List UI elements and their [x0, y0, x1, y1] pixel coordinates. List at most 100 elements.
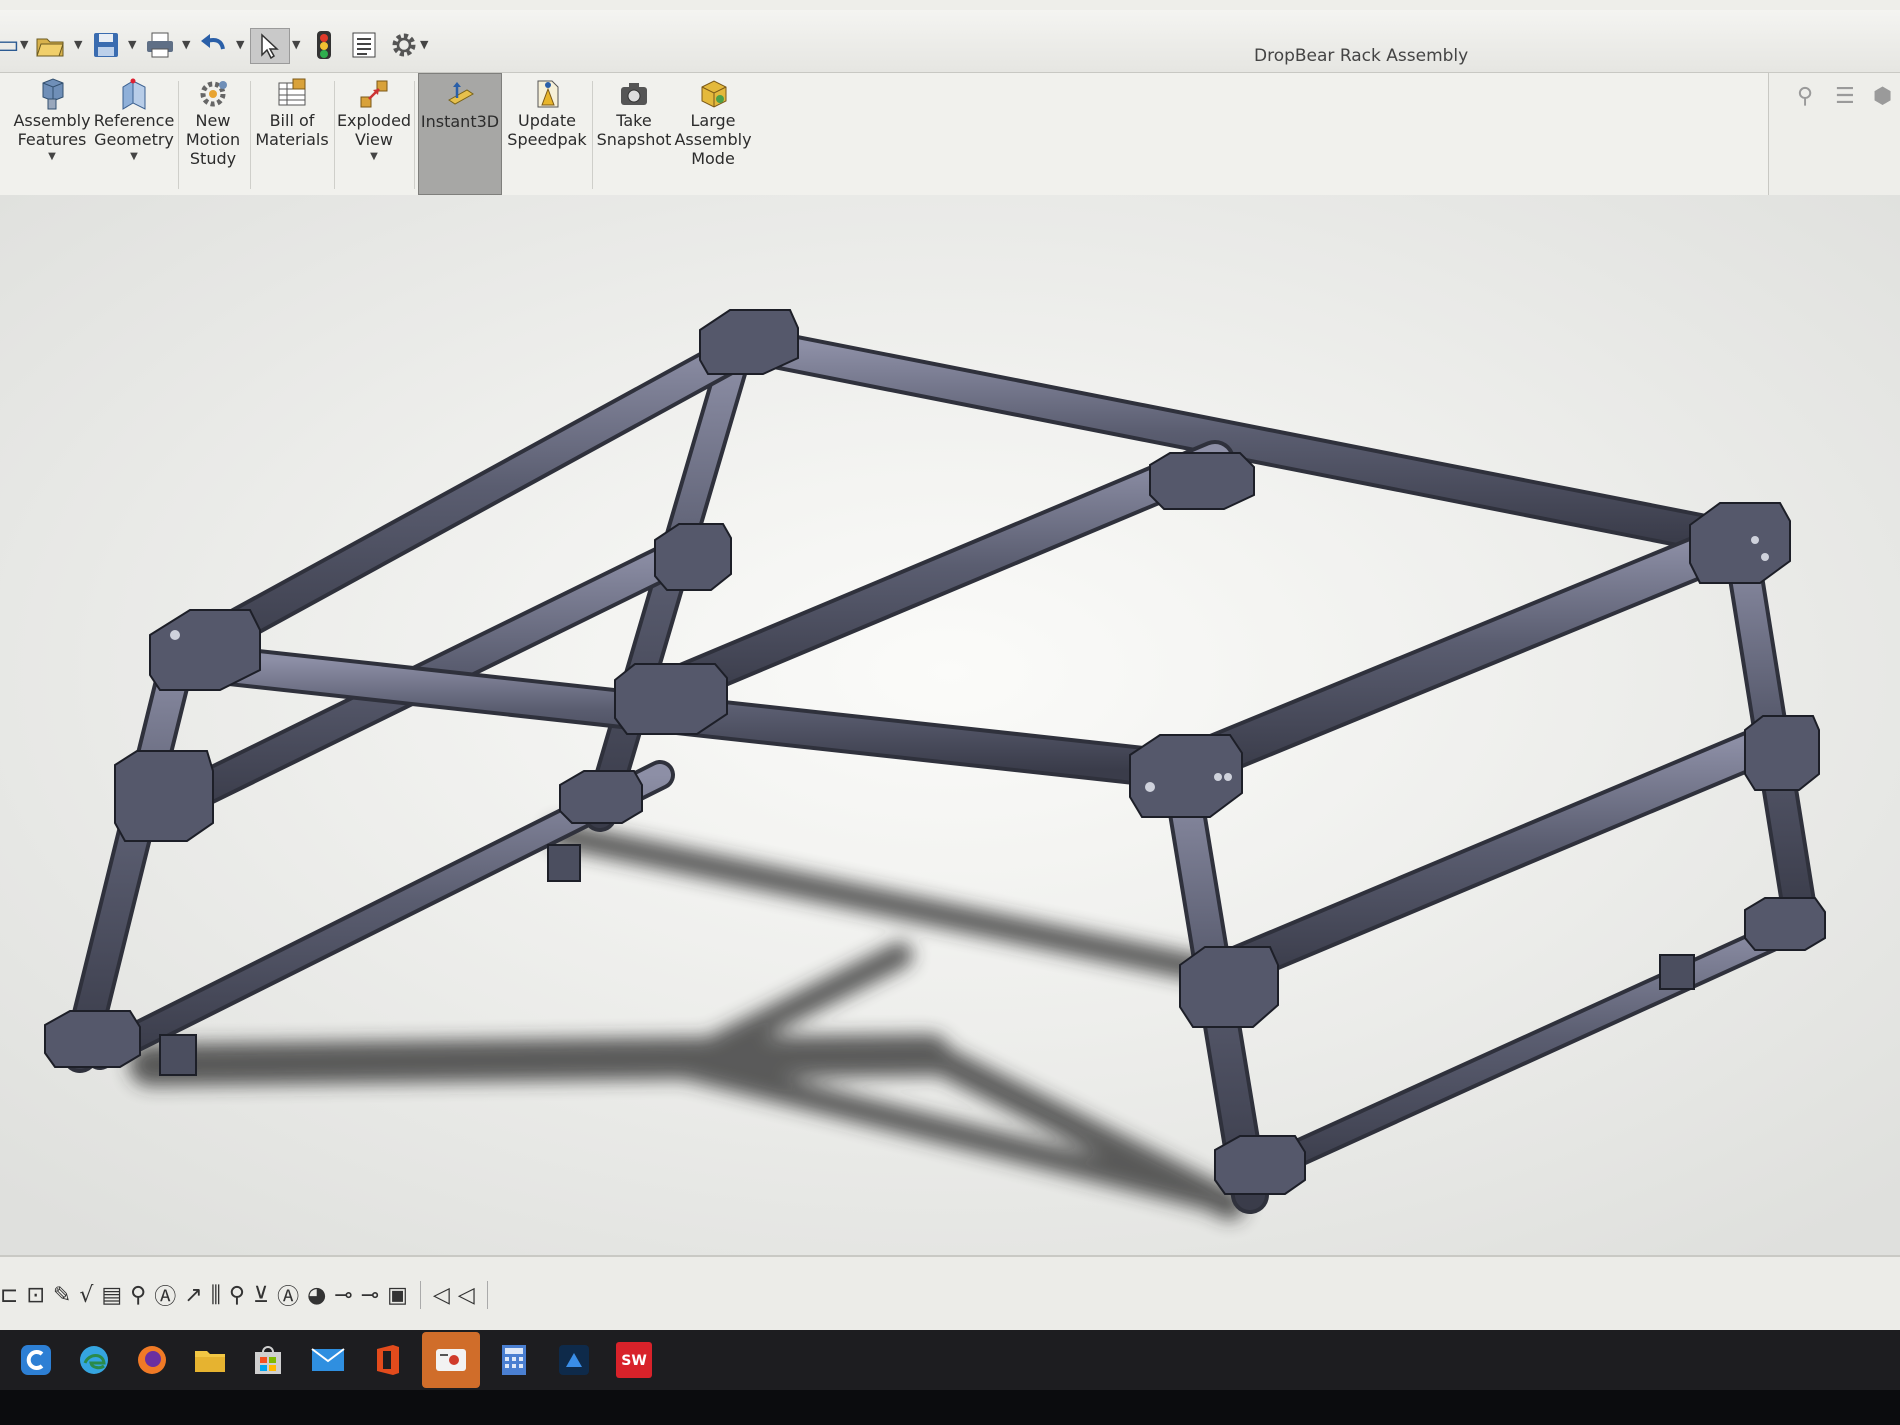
cube-icon[interactable]: ⬢: [1873, 84, 1892, 109]
update-speedpak-label: Update Speedpak: [507, 111, 587, 149]
note-icon[interactable]: Ⓐ: [277, 1279, 299, 1311]
assembly-features-label: Assembly Features: [13, 111, 91, 149]
camera-icon: [621, 83, 647, 105]
solidworks-icon[interactable]: SW: [612, 1338, 656, 1382]
new-icon[interactable]: ▭: [0, 28, 19, 62]
print-icon[interactable]: [142, 28, 178, 62]
chevron-down-icon[interactable]: ▼: [130, 151, 138, 162]
graphics-area[interactable]: [0, 195, 1900, 1255]
large-assembly-icon: [701, 80, 727, 108]
annotation-icon[interactable]: Ⓐ: [154, 1279, 176, 1311]
select-icon[interactable]: [250, 28, 290, 64]
solidworks-window: ▭ ▼ ▼ ▼ ▼ ▼ ▼ ▼ DropBear Rack Assembly A…: [0, 0, 1900, 1330]
chevron-down-icon[interactable]: ▼: [182, 38, 190, 51]
save-icon[interactable]: [88, 28, 124, 62]
bracket-right-foot-rear: [1744, 897, 1826, 951]
chevron-down-icon[interactable]: ▼: [370, 151, 378, 162]
firefox-icon[interactable]: [130, 1338, 174, 1382]
reference-geometry-label: Reference Geometry: [93, 111, 175, 149]
office-icon[interactable]: [366, 1338, 410, 1382]
list-icon[interactable]: ☰: [1835, 84, 1855, 109]
bill-of-materials-button[interactable]: Bill of Materials: [254, 73, 330, 193]
assembly-features-icon: [42, 78, 64, 110]
bracket-right-foot-front: [1214, 1135, 1306, 1195]
ribbon-divider: [592, 81, 593, 189]
chart-icon[interactable]: ◕: [307, 1283, 326, 1308]
cortana-icon[interactable]: [14, 1338, 58, 1382]
undo-icon[interactable]: [196, 28, 232, 62]
mail-icon[interactable]: [306, 1338, 350, 1382]
block-icon[interactable]: ▣: [387, 1283, 408, 1308]
new-motion-study-button[interactable]: New Motion Study: [182, 73, 244, 193]
edit-sketch-icon[interactable]: ✎: [53, 1283, 71, 1308]
update-speedpak-button[interactable]: Update Speedpak: [506, 73, 588, 193]
edge-icon[interactable]: [72, 1338, 116, 1382]
file-explorer-icon[interactable]: [188, 1338, 232, 1382]
sketch-toolbar: ⊏ ⊡ ✎ √ ▤ ⚲ Ⓐ ↗ ⫼ ⚲ ⊻ Ⓐ ◕ ⊸ ⊸ ▣ ◁ ◁: [0, 1279, 492, 1311]
bill-of-materials-label: Bill of Materials: [255, 111, 329, 149]
bracket-right-rear-top: [1689, 502, 1791, 584]
bracket-right-mid-front: [1179, 946, 1279, 1028]
search-icon[interactable]: ⚲: [229, 1283, 245, 1308]
bottom-toolbar: ⊏ ⊡ ✎ √ ▤ ⚲ Ⓐ ↗ ⫼ ⚲ ⊻ Ⓐ ◕ ⊸ ⊸ ▣ ◁ ◁: [0, 1255, 1900, 1330]
large-assembly-mode-button[interactable]: Large Assembly Mode: [674, 73, 752, 193]
command-manager-ribbon: Assembly Features ▼ Reference Geometry ▼…: [0, 72, 1769, 196]
document-title: DropBear Rack Assembly: [1254, 46, 1469, 66]
instant3d-button[interactable]: Instant3D: [418, 73, 502, 195]
ribbon-divider: [414, 81, 415, 189]
motion-study-icon: [200, 81, 227, 107]
assembly-features-button[interactable]: Assembly Features ▼: [12, 73, 92, 193]
exploded-view-label: Exploded View: [336, 111, 412, 149]
bracket-center-front: [614, 663, 728, 735]
exploded-view-icon: [360, 80, 388, 108]
chevron-down-icon[interactable]: ▼: [74, 38, 82, 51]
datum-target-icon[interactable]: ⊸: [361, 1283, 379, 1308]
chevron-down-icon[interactable]: ▼: [292, 38, 300, 51]
ribbon-divider: [250, 81, 251, 189]
exploded-view-button[interactable]: Exploded View ▼: [336, 73, 412, 193]
new-motion-study-label: New Motion Study: [185, 111, 241, 168]
bracket-left-foot: [44, 1010, 141, 1068]
hatch-icon[interactable]: ⫼: [211, 1283, 221, 1308]
bracket-center-rear: [1149, 452, 1255, 510]
title-bar: ▭ ▼ ▼ ▼ ▼ ▼ ▼ ▼ DropBear Rack Assembly: [0, 10, 1900, 73]
file-properties-icon[interactable]: [346, 28, 382, 62]
bracket-right-mid-rear: [1744, 715, 1820, 791]
bracket-left-rear-mid: [654, 523, 732, 591]
store-icon[interactable]: [246, 1338, 290, 1382]
chevron-down-icon[interactable]: ▼: [20, 38, 28, 51]
windows-taskbar: SW: [0, 1330, 1900, 1390]
bracket-left-rear-foot: [559, 770, 643, 824]
sketch-tool-icon[interactable]: ⊏: [0, 1283, 18, 1308]
flag-icon[interactable]: ◁: [433, 1283, 450, 1308]
reference-geometry-button[interactable]: Reference Geometry ▼: [94, 73, 174, 193]
search-icon[interactable]: ⚲: [1797, 84, 1813, 109]
datum-icon[interactable]: ⊸: [334, 1283, 352, 1308]
rebuild-icon[interactable]: [306, 28, 342, 62]
large-assembly-mode-label: Large Assembly Mode: [674, 111, 752, 168]
chevron-down-icon[interactable]: ▼: [48, 151, 56, 162]
table-icon[interactable]: ▤: [101, 1283, 122, 1308]
bracket-left-mid: [114, 750, 214, 842]
line-icon[interactable]: ↗: [184, 1283, 202, 1308]
take-snapshot-label: Take Snapshot: [596, 111, 672, 149]
snipping-tool-icon[interactable]: [422, 1332, 480, 1388]
take-snapshot-button[interactable]: Take Snapshot: [596, 73, 672, 193]
chevron-down-icon[interactable]: ▼: [236, 38, 244, 51]
speedpak-icon: [537, 80, 559, 108]
open-icon[interactable]: [32, 28, 68, 62]
chevron-down-icon[interactable]: ▼: [420, 38, 428, 51]
chevron-down-icon[interactable]: ▼: [128, 38, 136, 51]
instant3d-icon: [448, 82, 474, 105]
zoom-icon[interactable]: ⚲: [130, 1283, 146, 1308]
bracket-left-rear-top: [699, 309, 799, 375]
revision-icon[interactable]: ◁: [458, 1283, 475, 1308]
options-icon[interactable]: [386, 28, 422, 62]
filter-icon[interactable]: ⊻: [253, 1283, 269, 1308]
ribbon-divider: [334, 81, 335, 189]
calculator-icon[interactable]: [492, 1338, 536, 1382]
rectangle-icon[interactable]: ⊡: [26, 1283, 44, 1308]
check-icon[interactable]: √: [79, 1283, 93, 1308]
ribbon-right-tools: ⚲ ☰ ⬢: [1775, 72, 1900, 120]
photoshop-icon[interactable]: [552, 1338, 596, 1382]
